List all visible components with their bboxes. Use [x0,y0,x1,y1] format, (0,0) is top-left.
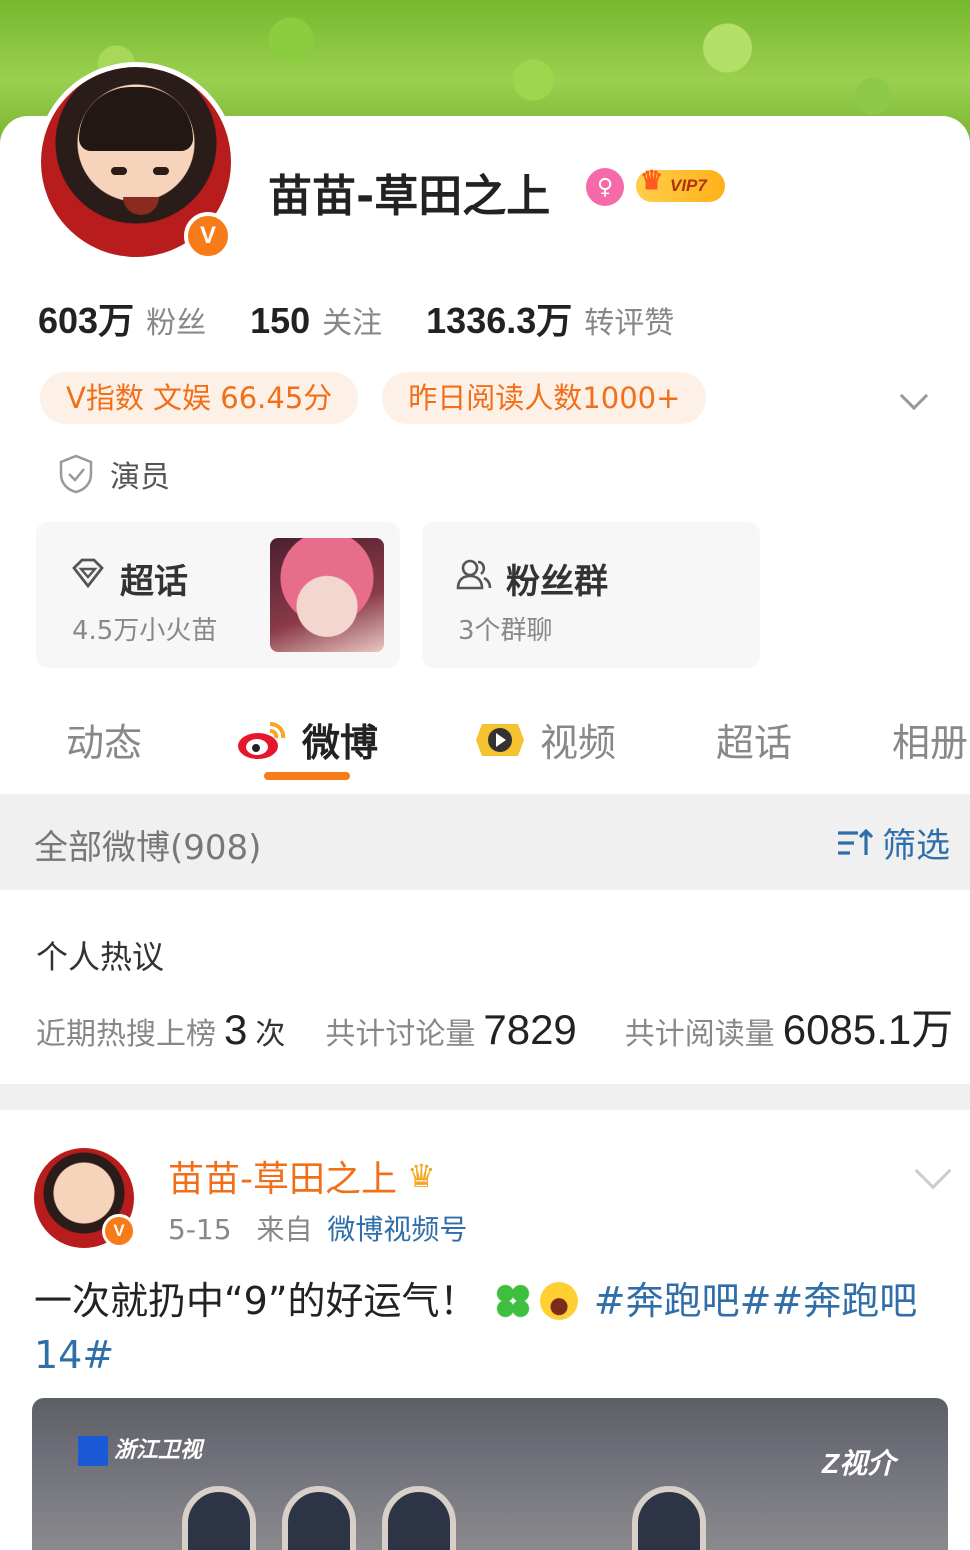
role-row: 演员 [58,452,170,496]
laugh-emoji-icon [539,1282,578,1320]
reader-count-pill[interactable]: 昨日阅读人数1000+ [382,372,707,424]
fans-group-title: 粉丝群 [506,562,608,602]
stat-followers[interactable]: 603万 粉丝 [38,292,206,344]
video-play-icon [476,723,524,756]
stat-interactions[interactable]: 1336.3万 转评赞 [426,292,674,344]
fans-group-sub: 3个群聊 [458,616,553,646]
video-scene-arch [282,1486,356,1550]
watermark-logo: Z视介 [822,1448,896,1479]
verified-v-icon: V [102,1214,136,1248]
supertopic-card[interactable]: 超话 4.5万小火苗 [36,522,400,668]
fans-group-card[interactable]: 粉丝群 3个群聊 [422,522,760,668]
hot-stats-row: 近期热搜上榜 3 次 共计讨论量 7829 共计阅读量 6085.1万 [36,1006,954,1053]
weibo-logo-icon [238,721,286,759]
shield-icon [59,454,93,494]
post-source-link[interactable]: 微博视频号 [327,1213,467,1246]
verified-v-icon: V [184,212,232,260]
video-scene-arch [382,1486,456,1550]
clover-emoji-icon [493,1282,532,1320]
supertopic-thumbnail [270,538,384,652]
tab-supertopic[interactable]: 超话 [716,712,792,767]
role-label: 演员 [110,460,170,495]
video-scene-arch [632,1486,706,1550]
tab-bar: 动态 微博 视频 超话 相册 [0,700,970,790]
post-video[interactable]: 浙江卫视 Z视介 [32,1398,948,1550]
post-author[interactable]: 苗苗-草田之上 ♛ [168,1150,436,1202]
tab-video[interactable]: 视频 [474,712,616,767]
active-tab-indicator [264,772,350,780]
filter-button[interactable]: 筛选 [836,818,950,867]
v-index-pill[interactable]: V指数 文娱 66.45分 [40,372,359,424]
post-meta: 5-15 来自 微博视频号 [168,1213,468,1246]
weibo-count: 全部微博(908) [34,828,262,868]
hot-title: 个人热议 [36,938,165,976]
channel-logo: 浙江卫视 [78,1432,202,1467]
tab-album[interactable]: 相册 [892,712,968,767]
profile-stats: 603万 粉丝 150 关注 1336.3万 转评赞 [38,292,718,344]
filter-bar: 全部微博(908) 筛选 [0,794,970,890]
female-icon: ♀ [586,168,624,206]
video-scene-arch [182,1486,256,1550]
tab-weibo[interactable]: 微博 [236,712,378,767]
section-divider [0,1084,970,1110]
supertopic-title: 超话 [120,562,188,602]
supertopic-sub: 4.5万小火苗 [72,616,218,646]
vip-badge[interactable]: ♛ VIP7 [636,165,725,202]
stat-following[interactable]: 150 关注 [250,298,382,342]
diamond-icon [72,558,104,589]
post-text: 一次就扔中“9”的好运气！ #奔跑吧##奔跑吧14# [34,1279,918,1377]
profile-name: 苗苗-草田之上 [268,171,551,222]
people-icon [456,559,492,590]
crown-icon: ♛ [640,165,664,195]
hot-discussion-panel[interactable]: 个人热议 近期热搜上榜 3 次 共计讨论量 7829 共计阅读量 6085.1万 [0,890,970,1084]
tab-dynamics[interactable]: 动态 [66,712,142,767]
profile-pills: V指数 文娱 66.45分 昨日阅读人数1000+ [40,372,730,424]
crown-icon: ♛ [407,1157,436,1195]
sort-filter-icon [838,828,874,855]
